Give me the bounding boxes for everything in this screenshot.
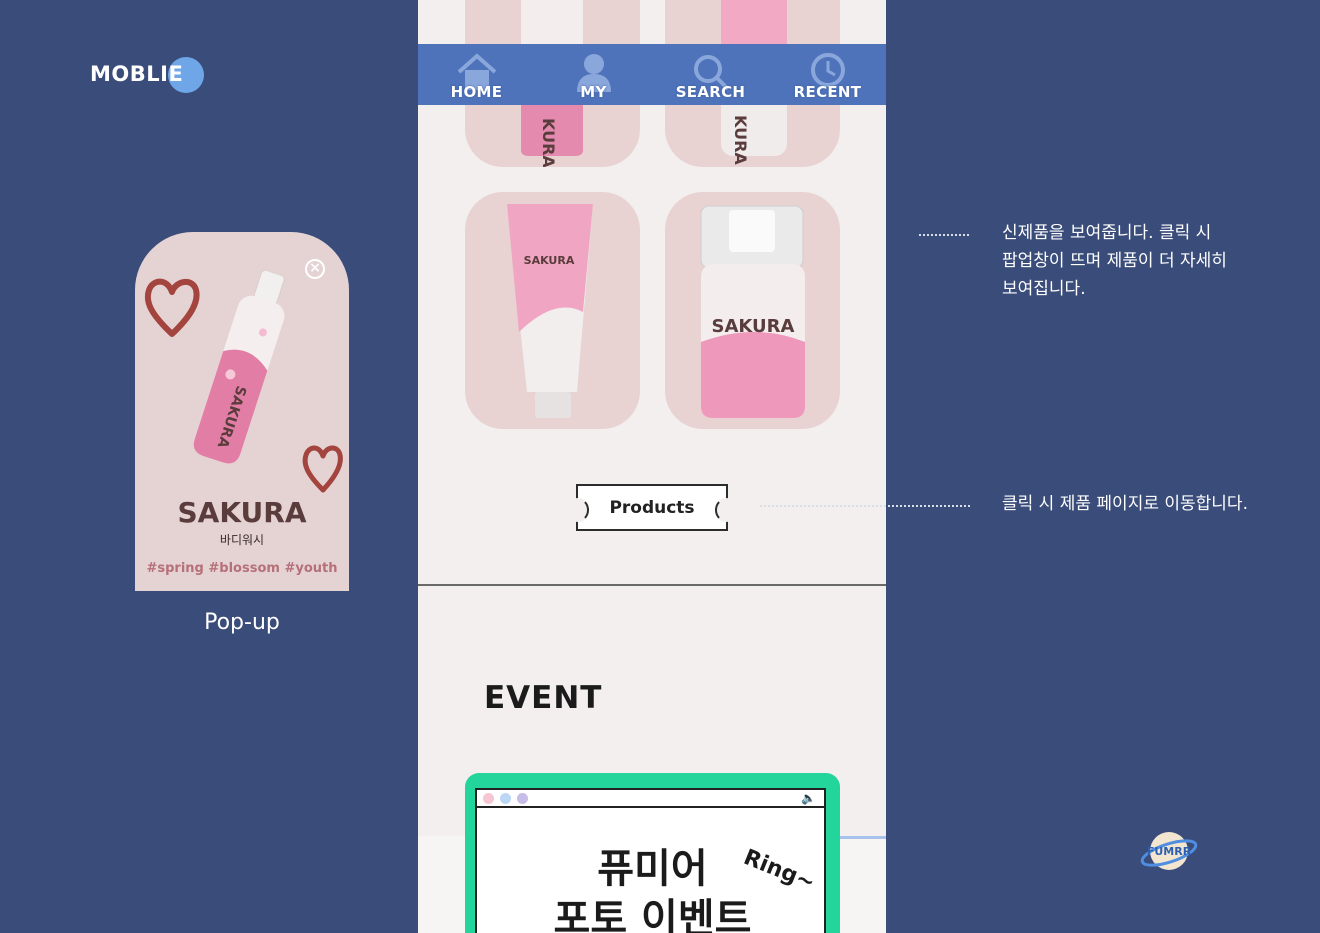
popup-preview: × SAKURA SAKURA 바디워시 #spring #blossom #y… bbox=[135, 232, 349, 591]
annotation-new-products: 신제품을 보여줍니다. 클릭 시 팝업창이 뜨며 제품이 더 자세히 보여집니다… bbox=[1002, 219, 1302, 303]
popup-product-type: 바디워시 bbox=[219, 533, 265, 547]
window-dot bbox=[500, 792, 511, 804]
annotation-products-link: 클릭 시 제품 페이지로 이동합니다. bbox=[1002, 494, 1248, 514]
brand-label: MOBLIE bbox=[90, 62, 184, 86]
nav-label: MY bbox=[580, 83, 607, 101]
products-button-label: Products bbox=[609, 497, 695, 518]
popup-tags: #spring #blossom #youth bbox=[146, 561, 338, 576]
bottom-nav: HOME MY SEARCH RECENT bbox=[418, 44, 886, 105]
brand-logo: MOBLIE bbox=[90, 57, 204, 93]
tube-illustration: SAKURA bbox=[507, 204, 593, 418]
nav-item-home[interactable]: HOME bbox=[427, 46, 527, 101]
annotation-line bbox=[919, 234, 969, 236]
heart-icon bbox=[144, 278, 200, 337]
product-tile[interactable]: SAKURA bbox=[665, 192, 840, 429]
event-banner-window: 🔈 퓨미어 포토 이벤트 Ring~ bbox=[475, 788, 826, 933]
nav-label: HOME bbox=[450, 83, 503, 101]
annotation-text: 신제품을 보여줍니다. 클릭 시 팝업창이 뜨며 제품이 더 자세히 보여집니다… bbox=[1002, 223, 1227, 299]
svg-text:KURA: KURA bbox=[539, 118, 558, 167]
fumrr-logo: FUMRR bbox=[1140, 832, 1198, 870]
products-button[interactable]: Products bbox=[567, 484, 737, 531]
product-tile[interactable]: SAKURA bbox=[465, 192, 640, 429]
nav-item-search[interactable]: SEARCH bbox=[661, 46, 761, 101]
window-dot bbox=[517, 792, 528, 804]
svg-text:SAKURA: SAKURA bbox=[712, 316, 795, 337]
annotation-line bbox=[760, 505, 970, 507]
popup-product-name: SAKURA bbox=[177, 496, 307, 529]
jar-illustration: SAKURA bbox=[700, 205, 805, 418]
svg-text:FUMRR: FUMRR bbox=[1147, 845, 1192, 858]
event-banner[interactable]: 🔈 퓨미어 포토 이벤트 Ring~ bbox=[465, 773, 840, 933]
phone-screen: KURA KURA SAKURA SAKURA HOME MY SEARCH R… bbox=[418, 0, 886, 933]
nav-item-my[interactable]: MY bbox=[544, 46, 644, 101]
event-side-banner-left[interactable] bbox=[418, 836, 466, 933]
window-bar: 🔈 bbox=[477, 790, 824, 808]
section-divider bbox=[418, 584, 886, 586]
svg-text:KURA: KURA bbox=[731, 115, 750, 165]
heart-icon bbox=[302, 445, 343, 493]
nav-label: SEARCH bbox=[675, 83, 746, 101]
close-icon[interactable]: × bbox=[305, 259, 325, 279]
event-headline-line2: 포토 이벤트 bbox=[553, 896, 752, 933]
bottle-illustration: SAKURA bbox=[193, 269, 285, 464]
popup-caption: Pop-up bbox=[204, 610, 280, 635]
nav-label: RECENT bbox=[793, 83, 862, 101]
window-dot bbox=[483, 792, 494, 804]
speaker-icon: 🔈 bbox=[801, 791, 816, 805]
event-side-banner-right[interactable] bbox=[839, 836, 886, 933]
event-title: EVENT bbox=[484, 680, 603, 716]
nav-item-recent[interactable]: RECENT bbox=[778, 46, 878, 101]
svg-text:SAKURA: SAKURA bbox=[524, 254, 575, 267]
